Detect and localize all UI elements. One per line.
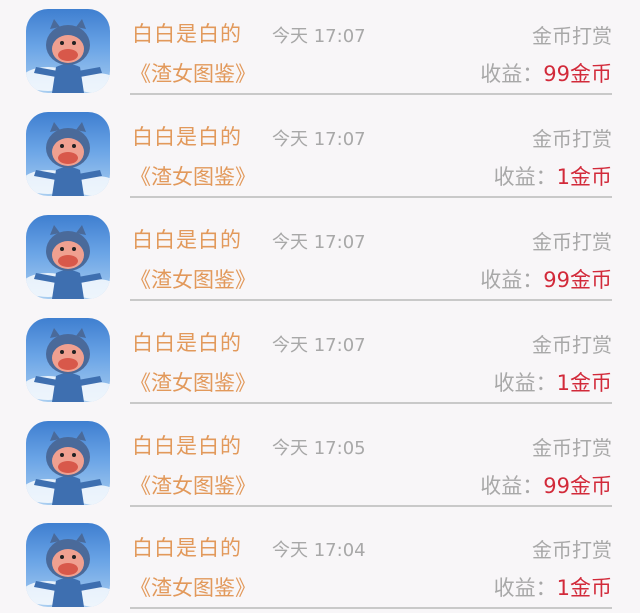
earnings-label: 收益： — [493, 165, 557, 189]
earnings: 收益：1金币 — [494, 161, 612, 191]
book-title[interactable]: 《渣女图鉴》 — [130, 572, 256, 602]
earnings-value: 1金币 — [556, 576, 612, 600]
record-time: 今天 17:07 — [272, 232, 366, 253]
record-time: 今天 17:07 — [272, 129, 366, 150]
list-item[interactable]: 白白是白的 今天 17:07 金币打赏 《渣女图鉴》 收益：99金币 — [0, 0, 640, 103]
record-time: 今天 17:04 — [272, 540, 366, 561]
list-item[interactable]: 白白是白的 今天 17:07 金币打赏 《渣女图鉴》 收益：1金币 — [0, 103, 640, 206]
user-name: 白白是白的 — [132, 536, 242, 560]
earnings-label: 收益： — [493, 371, 557, 395]
earnings-label: 收益： — [480, 268, 544, 292]
avatar[interactable] — [26, 318, 110, 402]
book-title[interactable]: 《渣女图鉴》 — [130, 58, 256, 88]
earnings: 收益：99金币 — [480, 264, 612, 294]
record-type: 金币打赏 — [532, 24, 612, 48]
user-name: 白白是白的 — [132, 434, 242, 458]
earnings-value: 99金币 — [543, 268, 612, 292]
record-type: 金币打赏 — [532, 538, 612, 562]
avatar[interactable] — [26, 112, 110, 196]
avatar[interactable] — [26, 421, 110, 505]
divider — [130, 299, 612, 301]
list-item[interactable]: 白白是白的 今天 17:07 金币打赏 《渣女图鉴》 收益：99金币 — [0, 206, 640, 309]
divider — [130, 196, 612, 198]
earnings: 收益：99金币 — [480, 58, 612, 88]
user-name: 白白是白的 — [132, 125, 242, 149]
pig-doll-avatar-icon — [26, 533, 110, 607]
record-type: 金币打赏 — [532, 127, 612, 151]
avatar[interactable] — [26, 215, 110, 299]
book-title[interactable]: 《渣女图鉴》 — [130, 367, 256, 397]
pig-doll-avatar-icon — [26, 431, 110, 505]
user-name: 白白是白的 — [132, 22, 242, 46]
earnings-label: 收益： — [480, 62, 544, 86]
earnings-label: 收益： — [480, 474, 544, 498]
list-item[interactable]: 白白是白的 今天 17:05 金币打赏 《渣女图鉴》 收益：99金币 — [0, 412, 640, 515]
record-type: 金币打赏 — [532, 436, 612, 460]
avatar[interactable] — [26, 9, 110, 93]
divider — [130, 607, 612, 609]
record-type: 金币打赏 — [532, 230, 612, 254]
user-name: 白白是白的 — [132, 228, 242, 252]
book-title[interactable]: 《渣女图鉴》 — [130, 161, 256, 191]
earnings-value: 99金币 — [543, 62, 612, 86]
record-time: 今天 17:07 — [272, 335, 366, 356]
pig-doll-avatar-icon — [26, 122, 110, 196]
record-time: 今天 17:05 — [272, 438, 366, 459]
pig-doll-avatar-icon — [26, 225, 110, 299]
divider — [130, 93, 612, 95]
earnings: 收益：1金币 — [494, 572, 612, 602]
reward-record-list: 白白是白的 今天 17:07 金币打赏 《渣女图鉴》 收益：99金币 白白是白的… — [0, 0, 640, 613]
user-name: 白白是白的 — [132, 331, 242, 355]
earnings: 收益：99金币 — [480, 470, 612, 500]
earnings-value: 1金币 — [556, 165, 612, 189]
pig-doll-avatar-icon — [26, 19, 110, 93]
list-item[interactable]: 白白是白的 今天 17:07 金币打赏 《渣女图鉴》 收益：1金币 — [0, 309, 640, 412]
pig-doll-avatar-icon — [26, 328, 110, 402]
record-type: 金币打赏 — [532, 333, 612, 357]
divider — [130, 402, 612, 404]
list-item[interactable]: 白白是白的 今天 17:04 金币打赏 《渣女图鉴》 收益：1金币 — [0, 514, 640, 613]
earnings-value: 1金币 — [556, 371, 612, 395]
earnings-value: 99金币 — [543, 474, 612, 498]
book-title[interactable]: 《渣女图鉴》 — [130, 470, 256, 500]
earnings-label: 收益： — [493, 576, 557, 600]
avatar[interactable] — [26, 523, 110, 607]
book-title[interactable]: 《渣女图鉴》 — [130, 264, 256, 294]
earnings: 收益：1金币 — [494, 367, 612, 397]
record-time: 今天 17:07 — [272, 26, 366, 47]
divider — [130, 505, 612, 507]
